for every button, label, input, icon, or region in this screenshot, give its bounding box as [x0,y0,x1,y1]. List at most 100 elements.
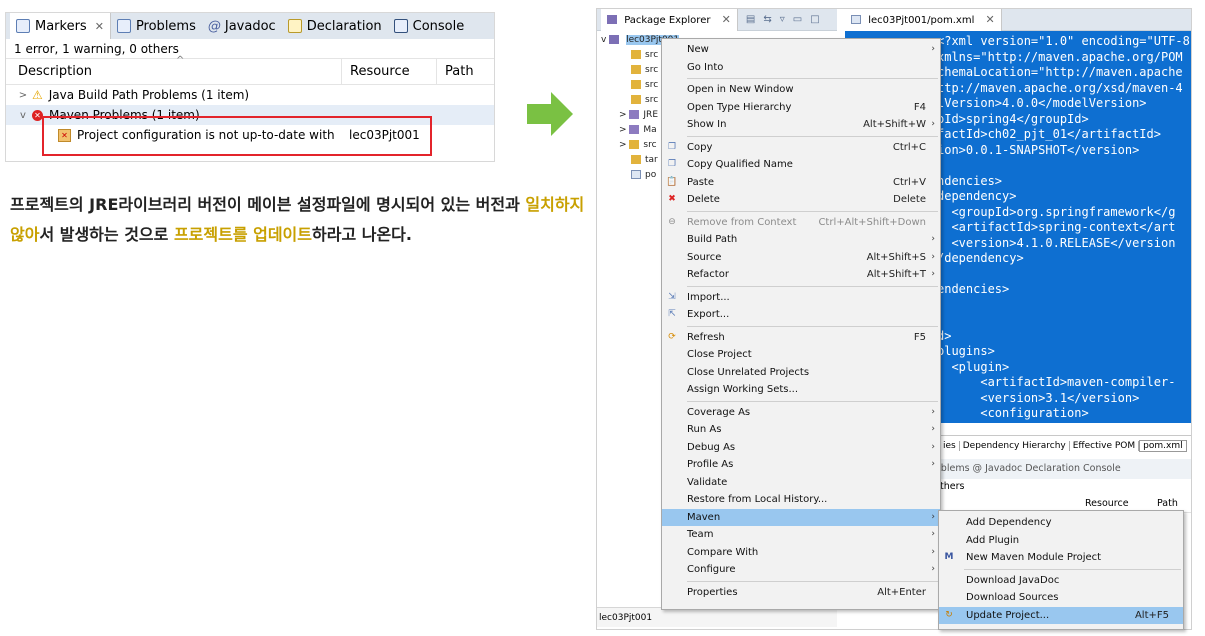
menu-item-add-plugin[interactable]: Add Plugin [939,532,1183,550]
menu-item-label: Close Project [687,349,752,360]
code-line: pId>spring4</groupId> [937,111,1089,126]
menu-item-compare-with[interactable]: Compare With › [662,544,940,562]
menu-item-refresh[interactable]: ⟳ Refresh F5 [662,329,940,347]
menu-item-label: New [687,44,709,55]
menu-item-new-maven-module-project[interactable]: M New Maven Module Project [939,549,1183,567]
chevron-right-icon: › [931,234,935,244]
menu-item-restore-from-local-history[interactable]: Restore from Local History... [662,491,940,509]
tab-markers[interactable]: Markers ✕ [10,13,111,39]
row-label: Java Build Path Problems (1 item) [48,88,250,102]
tree-item-label: src [645,50,659,60]
tab-dependency-hierarchy[interactable]: Dependency Hierarchy [960,440,1070,451]
menu-item-shortcut: F5 [913,331,926,343]
tab-pom-source[interactable]: pom.xml [1139,439,1187,452]
close-icon[interactable]: ✕ [95,20,104,33]
menu-item-refactor[interactable]: Refactor Alt+Shift+T › [662,266,940,284]
menu-item-label: Restore from Local History... [687,494,828,505]
menu-item-show-in[interactable]: Show In Alt+Shift+W › [662,116,940,134]
menu-item-label: Configure [687,564,736,575]
menu-item-paste[interactable]: 📋 Paste Ctrl+V [662,174,940,192]
tab-markers-label: Markers [35,18,87,34]
tab-package-explorer[interactable]: Package Explorer ✕ [601,9,738,31]
menu-item-new[interactable]: New › [662,41,940,59]
menu-item-source[interactable]: Source Alt+Shift+S › [662,249,940,267]
code-line: endencies> [937,282,1010,296]
tree-item-label: Ma [643,125,657,135]
menu-item-label: Delete [687,194,720,205]
menu-separator [687,325,938,327]
tab-pom-ies[interactable]: ies [940,440,960,451]
xml-file-icon [631,170,641,179]
menu-item-label: Refactor [687,269,729,280]
tab-problems[interactable]: Problems [111,13,202,39]
tree-item-label: tar [645,155,658,165]
menu-item-label: Team [687,529,714,540]
menu-item-label: Add Dependency [966,517,1052,528]
chevron-right-icon: › [931,424,935,434]
menu-item-export[interactable]: ⇱ Export... [662,306,940,324]
tab-javadoc[interactable]: @ Javadoc [202,13,282,39]
tab-effective-pom[interactable]: Effective POM [1070,440,1140,451]
chevron-down-icon[interactable]: v [14,110,32,121]
menu-item-label: Download Sources [966,592,1059,603]
column-resource[interactable]: Resource [341,59,436,84]
menu-item-properties[interactable]: Properties Alt+Enter [662,584,940,602]
tab-console[interactable]: Console [388,13,471,39]
collapse-all-icon[interactable]: ▤ [746,14,755,25]
chevron-right-icon[interactable]: > [14,90,32,101]
menu-item-coverage-as[interactable]: Coverage As › [662,404,940,422]
menu-item-validate[interactable]: Validate [662,474,940,492]
menu-item-add-dependency[interactable]: Add Dependency [939,514,1183,532]
chevron-right-icon: › [931,459,935,469]
menu-item-profile-as[interactable]: Profile As › [662,456,940,474]
menu-item-delete[interactable]: ✖ Delete Delete [662,191,940,209]
menu-item-open-type-hierarchy[interactable]: Open Type Hierarchy F4 [662,99,940,117]
column-description[interactable]: Description [6,64,341,79]
menu-item-maven[interactable]: Maven › [662,508,940,526]
menu-item-copy[interactable]: ❐ Copy Ctrl+C [662,139,940,157]
link-editor-icon[interactable]: ⇆ [763,14,771,25]
minimize-icon[interactable]: ▭ [793,14,802,25]
problems-icon [116,19,131,33]
column-path[interactable]: Path [436,59,474,84]
markers-tabbar: Markers ✕ Problems @ Javadoc Declaration… [6,13,494,39]
menu-item-download-javadoc[interactable]: Download JavaDoc [939,572,1183,590]
tab-pom-xml[interactable]: lec03Pjt001/pom.xml ✕ [845,9,1002,31]
chevron-right-icon[interactable]: > [619,140,629,150]
maximize-icon[interactable]: □ [810,14,819,25]
menu-item-configure[interactable]: Configure › [662,561,940,579]
menu-item-label: New Maven Module Project [966,552,1102,563]
menu-item-debug-as[interactable]: Debug As › [662,439,940,457]
menu-separator [687,135,938,137]
menu-item-go-into[interactable]: Go Into [662,59,940,77]
menu-item-shortcut: Alt+F5 [1134,609,1169,621]
table-row[interactable]: > ⚠ Java Build Path Problems (1 item) [6,85,494,105]
chevron-right-icon[interactable]: > [619,110,629,120]
menu-item-update-project[interactable]: ↻ Update Project... Alt+F5 [939,606,1183,624]
menu-item-label: Profile As [687,459,734,470]
caption-part2: 서 발생하는 것으로 [39,225,174,244]
view-menu-icon[interactable]: ▿ [780,14,785,25]
close-icon[interactable]: ✕ [986,13,995,26]
chevron-right-icon[interactable]: > [619,125,629,135]
tab-declaration[interactable]: Declaration [282,13,388,39]
menu-item-team[interactable]: Team › [662,526,940,544]
chevron-down-icon[interactable]: v [601,35,609,45]
close-icon[interactable]: ✕ [722,13,731,26]
menu-item-copy-qualified-name[interactable]: ❐ Copy Qualified Name [662,156,940,174]
code-line: lVersion>4.0.0</modelVersion> [937,96,1147,110]
source-folder-icon [631,65,641,74]
menu-item-close-unrelated-projects[interactable]: Close Unrelated Projects [662,364,940,382]
menu-item-label: Coverage As [687,406,751,418]
menu-item-assign-working-sets[interactable]: Assign Working Sets... [662,381,940,399]
menu-item-download-sources[interactable]: Download Sources [939,589,1183,607]
menu-item-build-path[interactable]: Build Path › [662,231,940,249]
menu-item-run-as[interactable]: Run As › [662,421,940,439]
menu-item-open-in-new-window[interactable]: Open in New Window [662,81,940,99]
menu-item-close-project[interactable]: Close Project [662,346,940,364]
menu-item-import[interactable]: ⇲ Import... [662,289,940,307]
tree-item-label: po [645,170,657,180]
menu-item-shortcut: Alt+Shift+S [866,251,926,263]
maven-module-icon: M [944,552,954,562]
